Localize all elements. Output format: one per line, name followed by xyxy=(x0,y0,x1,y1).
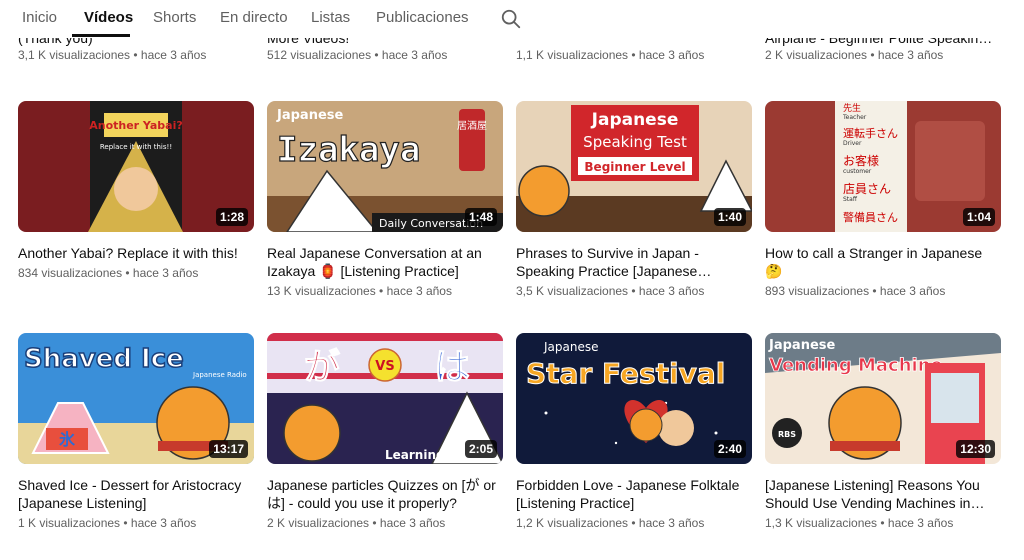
video-meta: 2 K visualizaciones • hace 3 años xyxy=(765,48,944,62)
thumbnail-text: Another Yabai? xyxy=(89,119,183,132)
thumbnail-subtext: Replace it with this!! xyxy=(100,143,172,151)
thumbnail-kanji: は xyxy=(434,347,470,388)
video-meta: 1 K visualizaciones • hace 3 años xyxy=(18,516,197,530)
video-duration: 1:48 xyxy=(464,208,497,226)
video-card[interactable]: Shaved Ice Japanese Radio 氷 13:17 Shaved… xyxy=(18,333,254,530)
video-meta: 3,1 K visualizaciones • hace 3 años xyxy=(18,48,207,62)
tab-shorts[interactable]: Shorts xyxy=(153,9,196,26)
video-thumbnail[interactable]: Another Yabai? Replace it with this!! 1:… xyxy=(18,101,254,232)
video-meta: 2 K visualizaciones • hace 3 años xyxy=(267,516,446,530)
thumbnail-top-text: Japanese xyxy=(768,338,835,353)
video-card[interactable]: が VS は Learning Game 2:05 Japanese parti… xyxy=(267,333,503,530)
thumbnail-top-text: Japanese xyxy=(543,340,599,354)
thumbnail-word: customer xyxy=(843,168,872,175)
thumbnail-kanji: 氷 xyxy=(59,430,76,449)
video-title[interactable]: Japanese particles Quizzes on [が or は] -… xyxy=(267,476,503,512)
video-thumbnail[interactable]: Japanese Star Festival 2:40 xyxy=(516,333,752,464)
thumbnail-text: Shaved Ice xyxy=(24,344,184,374)
video-card[interactable]: 先生 Teacher 運転手さん Driver お客様 customer 店員さ… xyxy=(765,101,1001,298)
thumbnail-word: 店員さん xyxy=(843,182,891,196)
thumbnail-text: Izakaya xyxy=(277,130,420,170)
video-duration: 1:40 xyxy=(713,208,746,226)
video-thumbnail[interactable]: 先生 Teacher 運転手さん Driver お客様 customer 店員さ… xyxy=(765,101,1001,232)
thumbnail-vs-text: VS xyxy=(375,359,394,374)
video-duration: 12:30 xyxy=(956,440,995,458)
video-meta: 834 visualizaciones • hace 3 años xyxy=(18,266,199,280)
video-title[interactable]: Forbidden Love - Japanese Folktale [List… xyxy=(516,476,752,512)
video-meta: 3,5 K visualizaciones • hace 3 años xyxy=(516,284,705,298)
thumbnail-word: 先生 xyxy=(843,102,861,114)
search-icon[interactable] xyxy=(500,8,522,30)
thumbnail-word: Staff xyxy=(843,196,858,203)
video-meta: 893 visualizaciones • hace 3 años xyxy=(765,284,946,298)
thumbnail-word: Teacher xyxy=(842,114,867,121)
thumbnail-subtext: Beginner Level xyxy=(584,160,685,174)
active-tab-indicator xyxy=(72,34,130,37)
video-title[interactable]: Phrases to Survive in Japan - Speaking P… xyxy=(516,244,752,280)
video-title[interactable]: Real Japanese Conversation at an Izakaya… xyxy=(267,244,503,280)
thumbnail-word: 警備員さん xyxy=(843,210,898,224)
video-duration: 1:28 xyxy=(215,208,248,226)
thumbnail-text: Star Festival xyxy=(526,357,725,390)
thumbnail-word: お客様 xyxy=(843,153,879,168)
video-card[interactable]: Japanese Vending Machine RBS 12:30 [Japa… xyxy=(765,333,1001,530)
video-duration: 1:04 xyxy=(962,208,995,226)
video-duration: 13:17 xyxy=(209,440,248,458)
video-meta: 13 K visualizaciones • hace 3 años xyxy=(267,284,452,298)
thumbnail-subtext: Japanese Radio xyxy=(192,371,247,379)
tab-en-directo[interactable]: En directo xyxy=(220,9,288,26)
tab-videos[interactable]: Vídeos xyxy=(84,9,133,26)
video-thumbnail[interactable]: Japanese Vending Machine RBS 12:30 xyxy=(765,333,1001,464)
thumbnail-word: Driver xyxy=(843,140,862,147)
video-thumbnail[interactable]: が VS は Learning Game 2:05 xyxy=(267,333,503,464)
thumbnail-text: が xyxy=(304,347,340,388)
tab-publicaciones[interactable]: Publicaciones xyxy=(376,9,469,26)
video-thumbnail[interactable]: Japanese Speaking Test Beginner Level 1:… xyxy=(516,101,752,232)
video-meta: 1,1 K visualizaciones • hace 3 años xyxy=(516,48,705,62)
video-card[interactable]: Japanese Star Festival 2:40 Forbidden Lo… xyxy=(516,333,752,530)
video-meta: 1,2 K visualizaciones • hace 3 años xyxy=(516,516,705,530)
tab-listas[interactable]: Listas xyxy=(311,9,350,26)
thumbnail-top-text: Speaking Test xyxy=(583,133,687,151)
video-thumbnail[interactable]: 居酒屋 Japanese Izakaya Daily Conversation … xyxy=(267,101,503,232)
thumbnail-kanji: 居酒屋 xyxy=(457,120,487,132)
thumbnail-text: Vending Machine xyxy=(769,355,943,376)
channel-tabs: Inicio Vídeos Shorts En directo Listas P… xyxy=(0,0,1024,38)
video-title[interactable]: How to call a Stranger in Japanese 🤔 xyxy=(765,244,1001,280)
thumbnail-word: 運転手さん xyxy=(843,126,898,140)
video-duration: 2:05 xyxy=(464,440,497,458)
video-meta: 1,3 K visualizaciones • hace 3 años xyxy=(765,516,954,530)
video-title[interactable]: [Japanese Listening] Reasons You Should … xyxy=(765,476,1001,512)
video-meta: 512 visualizaciones • hace 3 años xyxy=(267,48,448,62)
video-title[interactable]: Another Yabai? Replace it with this! xyxy=(18,244,254,262)
thumbnail-text: Japanese xyxy=(591,110,679,130)
video-duration: 2:40 xyxy=(713,440,746,458)
video-card[interactable]: Another Yabai? Replace it with this!! 1:… xyxy=(18,101,254,280)
video-card[interactable]: 居酒屋 Japanese Izakaya Daily Conversation … xyxy=(267,101,503,298)
thumbnail-top-text: Japanese xyxy=(276,108,343,123)
video-title[interactable]: Shaved Ice - Dessert for Aristocracy [Ja… xyxy=(18,476,254,512)
video-card[interactable]: Japanese Speaking Test Beginner Level 1:… xyxy=(516,101,752,298)
thumbnail-badge-text: RBS xyxy=(778,430,796,439)
video-thumbnail[interactable]: Shaved Ice Japanese Radio 氷 13:17 xyxy=(18,333,254,464)
tab-inicio[interactable]: Inicio xyxy=(22,9,57,26)
